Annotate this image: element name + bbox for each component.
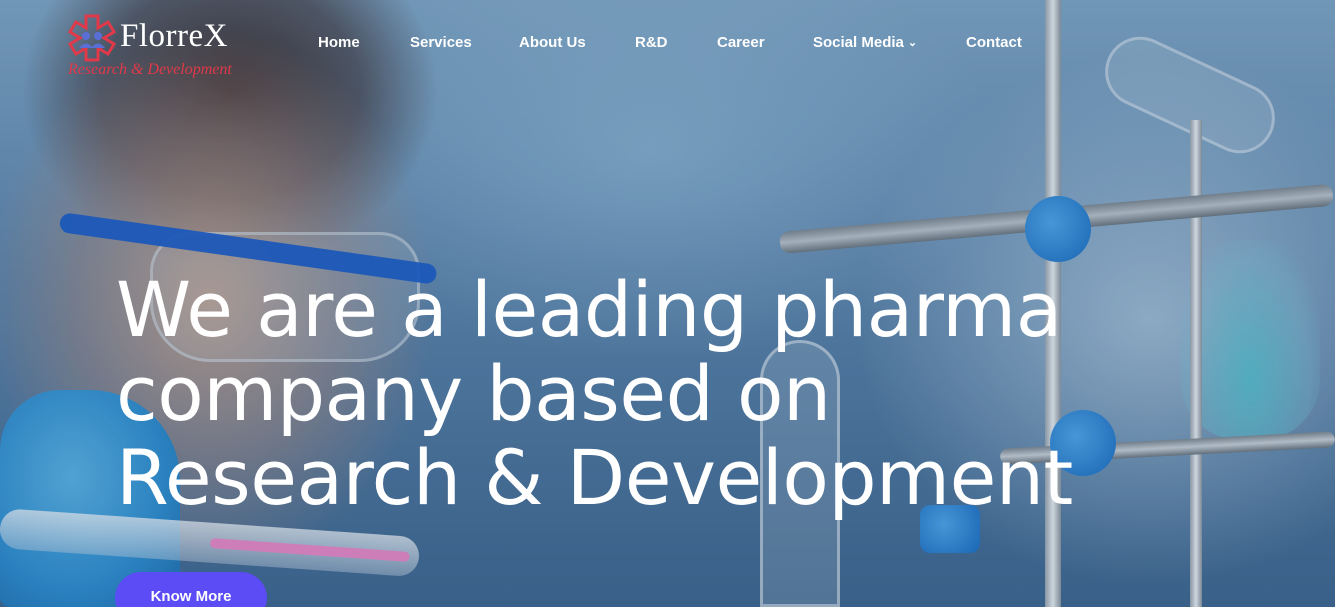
nav-social-media[interactable]: Social Media ⌄ — [813, 34, 917, 51]
hero-section: FlorreX Research & Development Home Serv… — [0, 0, 1335, 607]
brand-tagline: Research & Development — [68, 61, 232, 78]
chevron-down-icon: ⌄ — [907, 37, 918, 49]
nav-home[interactable]: Home — [318, 34, 360, 51]
know-more-button[interactable]: Know More — [115, 572, 267, 607]
brand-name: FlorreX — [120, 18, 228, 54]
nav-career[interactable]: Career — [717, 34, 765, 51]
nav-services[interactable]: Services — [410, 34, 472, 51]
nav-social-media-label: Social Media — [813, 34, 904, 51]
headline-line: company based on — [116, 349, 831, 438]
site-header: FlorreX Research & Development Home Serv… — [0, 0, 1335, 90]
nav-contact[interactable]: Contact — [966, 34, 1022, 51]
headline-line: We are a leading pharma — [116, 265, 1062, 354]
logo[interactable]: FlorreX Research & Development — [66, 10, 256, 82]
nav-about-us[interactable]: About Us — [519, 34, 586, 51]
headline-line: Research & Development — [116, 433, 1073, 522]
hero-headline: We are a leading pharma company based on… — [116, 265, 1073, 522]
nav-r-and-d[interactable]: R&D — [635, 34, 668, 51]
medical-star-people-icon — [67, 14, 117, 62]
